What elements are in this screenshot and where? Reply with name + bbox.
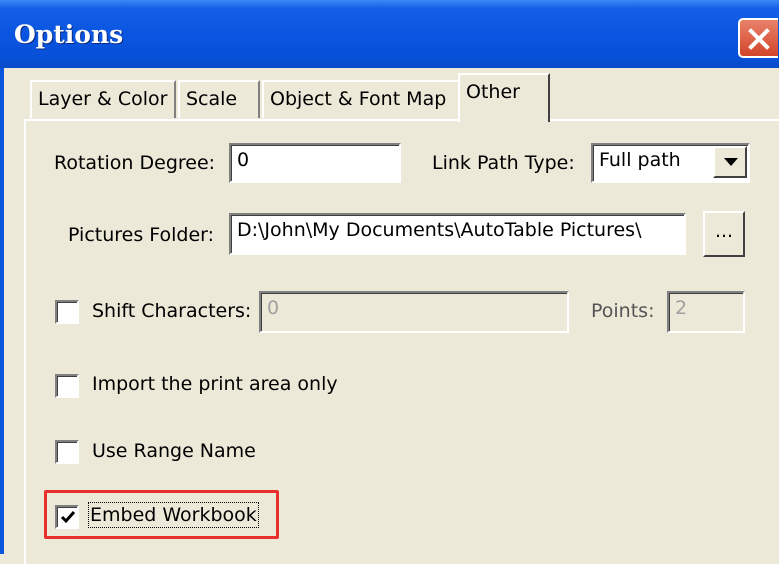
import-print-area-checkbox[interactable] — [55, 374, 79, 398]
points-label: Points: — [591, 300, 655, 322]
shift-characters-label: Shift Characters: — [92, 300, 252, 322]
link-path-type-select[interactable]: Full path — [591, 143, 750, 183]
points-input[interactable]: 2 — [667, 291, 745, 333]
tab-label: Other — [466, 81, 520, 103]
tab-other[interactable]: Other — [458, 73, 550, 122]
pictures-folder-label: Pictures Folder: — [68, 224, 215, 246]
window-frame — [0, 68, 4, 554]
rotation-degree-input[interactable]: 0 — [229, 143, 401, 183]
tab-label: Layer & Color — [38, 88, 168, 110]
close-button[interactable] — [738, 18, 778, 58]
link-path-type-value: Full path — [599, 149, 681, 171]
tab-scale[interactable]: Scale — [178, 80, 260, 118]
shift-characters-input[interactable]: 0 — [259, 291, 569, 333]
embed-workbook-label: Embed Workbook — [88, 502, 259, 528]
window-title: Options — [14, 20, 124, 49]
dropdown-button[interactable] — [713, 146, 747, 178]
shift-characters-checkbox[interactable] — [55, 300, 79, 324]
tab-object-font-map[interactable]: Object & Font Map — [262, 80, 460, 118]
tab-label: Object & Font Map — [270, 88, 447, 110]
tab-layer-color[interactable]: Layer & Color — [30, 80, 176, 118]
import-print-area-label: Import the print area only — [92, 373, 338, 395]
link-path-type-label: Link Path Type: — [432, 152, 575, 174]
embed-workbook-checkbox[interactable] — [55, 505, 79, 529]
tab-label: Scale — [186, 88, 238, 110]
use-range-name-checkbox[interactable] — [55, 440, 79, 464]
pictures-folder-input[interactable]: D:\John\My Documents\AutoTable Pictures\ — [229, 213, 686, 255]
title-bar[interactable]: Options — [0, 0, 779, 68]
use-range-name-label: Use Range Name — [92, 440, 256, 462]
rotation-degree-label: Rotation Degree: — [54, 152, 216, 174]
browse-button[interactable]: ... — [703, 211, 745, 257]
